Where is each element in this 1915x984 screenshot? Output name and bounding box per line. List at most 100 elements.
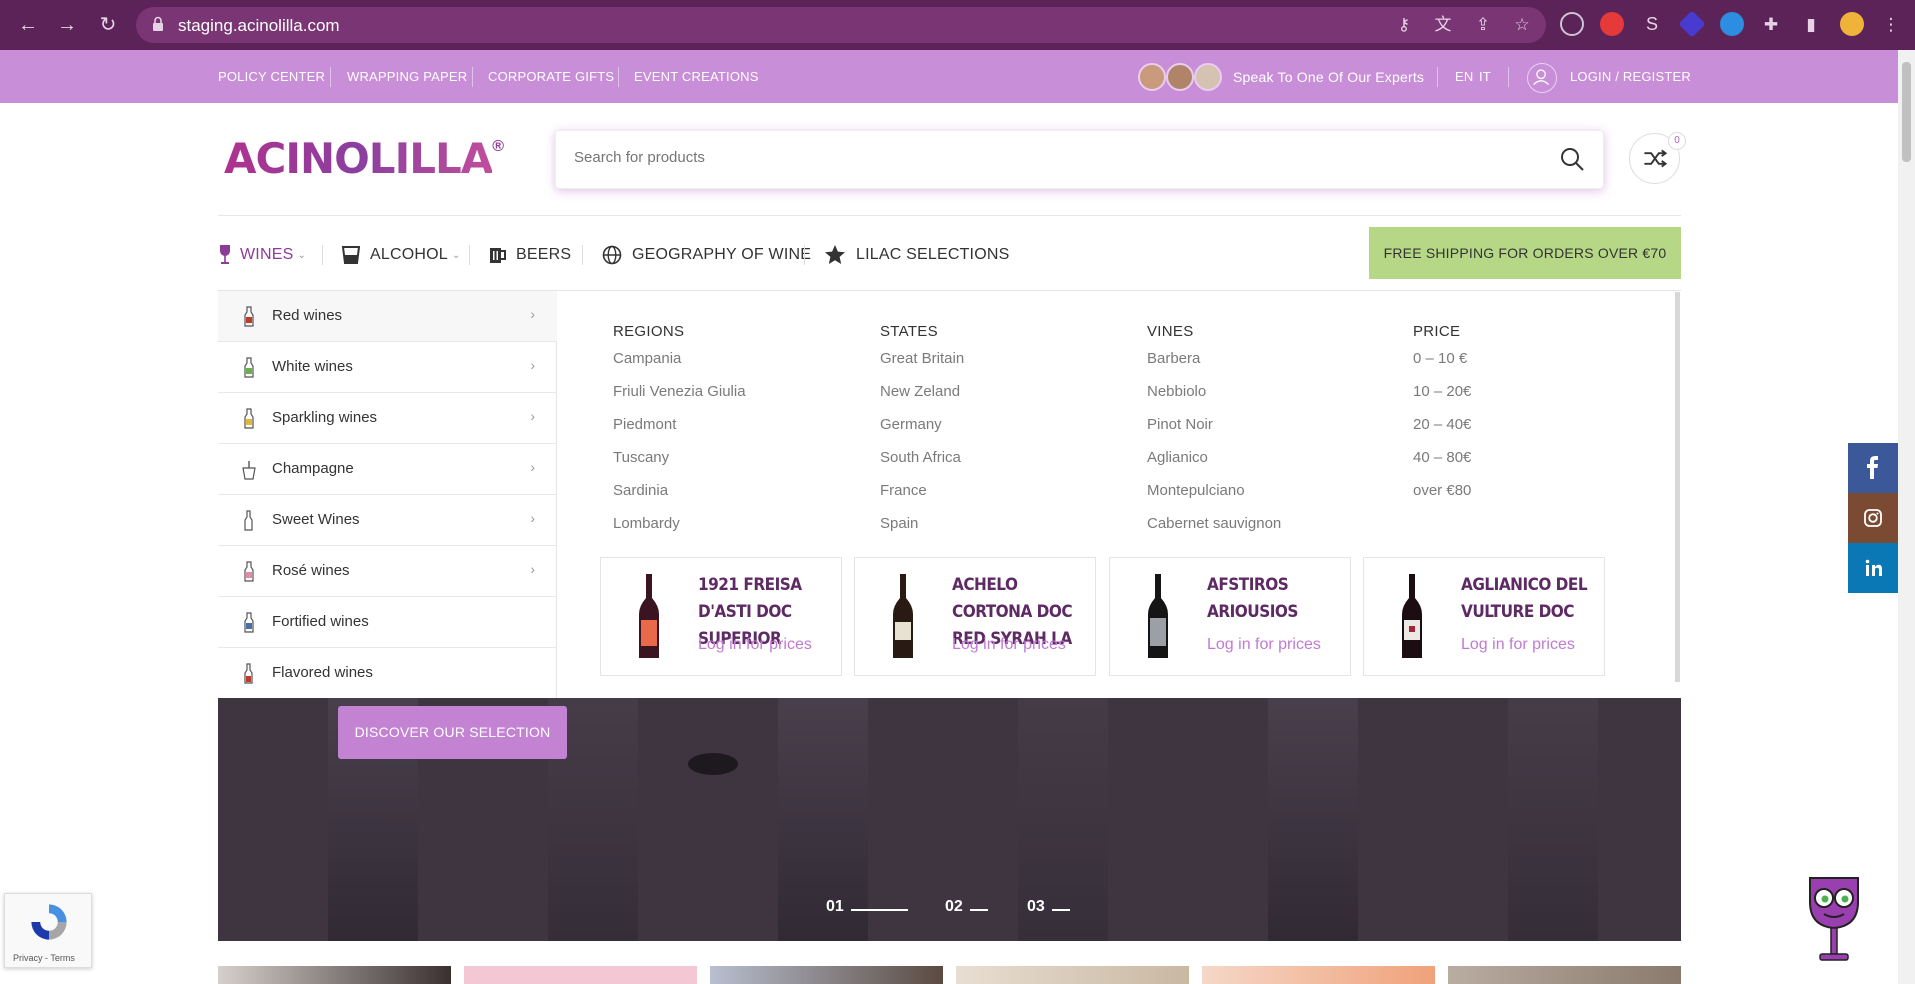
sidepanel-icon[interactable]: ▮ <box>1800 14 1822 36</box>
region-link[interactable]: Piedmont <box>613 416 746 449</box>
thumbnail-image[interactable] <box>956 966 1189 984</box>
slide-indicator-1[interactable]: 01 <box>826 898 844 916</box>
share-icon[interactable]: ⇪ <box>1472 14 1494 36</box>
policy-center-link[interactable]: POLICY CENTER <box>218 69 325 84</box>
page-scrollbar[interactable] <box>1898 50 1915 984</box>
thumbnail-image[interactable] <box>710 966 943 984</box>
bookmark-star-icon[interactable]: ☆ <box>1511 14 1533 36</box>
event-creations-link[interactable]: EVENT CREATIONS <box>634 69 759 84</box>
login-for-prices-link[interactable]: Log in for prices <box>952 636 1066 654</box>
reload-icon[interactable]: ↻ <box>96 13 120 37</box>
shield-extension-icon[interactable] <box>1560 12 1584 36</box>
wrapping-paper-link[interactable]: WRAPPING PAPER <box>347 69 467 84</box>
vine-link[interactable]: Cabernet sauvignon <box>1147 515 1281 548</box>
state-link[interactable]: France <box>880 482 964 515</box>
region-link[interactable]: Friuli Venezia Giulia <box>613 383 746 416</box>
slide-indicator-3[interactable]: 03 <box>1027 898 1045 916</box>
state-link[interactable]: Germany <box>880 416 964 449</box>
price-link[interactable]: 10 – 20€ <box>1413 383 1471 416</box>
instagram-button[interactable] <box>1848 493 1898 543</box>
region-link[interactable]: Campania <box>613 350 746 383</box>
instagram-icon <box>1864 509 1882 527</box>
login-for-prices-link[interactable]: Log in for prices <box>1207 636 1321 654</box>
category-sparkling-wines[interactable]: Sparkling wines › <box>218 393 557 444</box>
experts-link[interactable]: Speak To One Of Our Experts <box>1233 69 1424 85</box>
layers-extension-icon[interactable] <box>1678 10 1706 38</box>
product-card[interactable]: ACHELO CORTONA DOC RED SYRAH LA Log in f… <box>854 557 1096 676</box>
recaptcha-badge[interactable]: Privacy - Terms <box>4 893 92 968</box>
recaptcha-links[interactable]: Privacy - Terms <box>13 953 75 963</box>
user-icon[interactable] <box>1527 63 1557 93</box>
thumbnail-image[interactable] <box>464 966 697 984</box>
category-sweet-wines[interactable]: Sweet Wines › <box>218 495 557 546</box>
compare-button[interactable]: 0 <box>1629 132 1686 184</box>
price-link[interactable]: 0 – 10 € <box>1413 350 1471 383</box>
state-link[interactable]: Great Britain <box>880 350 964 383</box>
puzzle-icon[interactable]: ✚ <box>1760 14 1782 36</box>
back-icon[interactable]: ← <box>16 13 40 37</box>
lang-en[interactable]: EN <box>1455 69 1473 84</box>
region-link[interactable]: Tuscany <box>613 449 746 482</box>
globe-extension-icon[interactable] <box>1720 12 1744 36</box>
vine-link[interactable]: Montepulciano <box>1147 482 1281 515</box>
state-link[interactable]: South Africa <box>880 449 964 482</box>
product-card[interactable]: 1921 FREISA D'ASTI DOC SUPERIOR Log in f… <box>600 557 842 676</box>
mega-menu-scrollbar[interactable] <box>1675 292 1680 682</box>
nav-lilac-selections[interactable]: LILAC SELECTIONS <box>824 243 1009 267</box>
state-link[interactable]: Spain <box>880 515 964 548</box>
key-icon[interactable]: ⚷ <box>1393 14 1415 36</box>
thumbnail-image[interactable] <box>1202 966 1435 984</box>
state-link[interactable]: New Zeland <box>880 383 964 416</box>
vine-link[interactable]: Nebbiolo <box>1147 383 1281 416</box>
vine-link[interactable]: Barbera <box>1147 350 1281 383</box>
thumbnail-image[interactable] <box>1448 966 1681 984</box>
divider <box>1437 67 1438 87</box>
nav-geography[interactable]: GEOGRAPHY OF WINE <box>602 243 811 267</box>
login-register-link[interactable]: LOGIN / REGISTER <box>1570 69 1691 84</box>
sparkling-bottle-icon <box>244 408 254 429</box>
price-link[interactable]: 20 – 40€ <box>1413 416 1471 449</box>
region-link[interactable]: Lombardy <box>613 515 746 548</box>
search-icon[interactable] <box>1559 146 1585 172</box>
translate-icon[interactable]: 文 <box>1432 14 1454 36</box>
linkedin-button[interactable] <box>1848 543 1898 593</box>
thumbnail-image[interactable] <box>218 966 451 984</box>
category-label: White wines <box>272 358 353 375</box>
facebook-button[interactable] <box>1848 443 1898 493</box>
address-bar[interactable]: staging.acinolilla.com <box>136 7 1546 43</box>
login-for-prices-link[interactable]: Log in for prices <box>698 636 812 654</box>
category-fortified-wines[interactable]: Fortified wines <box>218 597 557 648</box>
stop-extension-icon[interactable] <box>1600 12 1624 36</box>
corporate-gifts-link[interactable]: CORPORATE GIFTS <box>488 69 614 84</box>
regions-column: REGIONS Campania Friuli Venezia Giulia P… <box>613 323 746 548</box>
login-for-prices-link[interactable]: Log in for prices <box>1461 636 1575 654</box>
slide-indicator-2[interactable]: 02 <box>945 898 963 916</box>
product-name[interactable]: AGLIANICO DEL VULTURE DOC <box>1461 572 1601 626</box>
discover-selection-button[interactable]: DISCOVER OUR SELECTION <box>338 706 567 759</box>
search-input[interactable] <box>574 149 1474 166</box>
product-name[interactable]: AFSTIROS ARIOUSIOS <box>1207 572 1347 626</box>
price-link[interactable]: 40 – 80€ <box>1413 449 1471 482</box>
menu-icon[interactable]: ⋮ <box>1880 14 1902 36</box>
nav-wines[interactable]: WINES ⌄ <box>218 243 306 267</box>
lang-it[interactable]: IT <box>1479 69 1491 84</box>
category-flavored-wines[interactable]: Flavored wines <box>218 648 557 699</box>
product-card[interactable]: AGLIANICO DEL VULTURE DOC Log in for pri… <box>1363 557 1605 676</box>
region-link[interactable]: Sardinia <box>613 482 746 515</box>
category-red-wines[interactable]: Red wines › <box>218 291 557 342</box>
category-rose-wines[interactable]: Rosé wines › <box>218 546 557 597</box>
price-link[interactable]: over €80 <box>1413 482 1471 515</box>
s-extension-icon[interactable]: S <box>1640 12 1664 36</box>
category-white-wines[interactable]: White wines › <box>218 342 557 393</box>
scrollbar-thumb[interactable] <box>1902 62 1911 162</box>
vine-link[interactable]: Aglianico <box>1147 449 1281 482</box>
site-logo[interactable]: ACINOLILLA® <box>224 134 504 184</box>
nav-alcohol[interactable]: ALCOHOL ⌄ <box>342 243 460 267</box>
vine-link[interactable]: Pinot Noir <box>1147 416 1281 449</box>
nav-beers[interactable]: BEERS <box>489 243 571 267</box>
profile-avatar[interactable] <box>1840 12 1864 36</box>
category-champagne[interactable]: Champagne › <box>218 444 557 495</box>
forward-icon[interactable]: → <box>55 13 79 37</box>
mascot-chat-icon[interactable] <box>1804 872 1864 964</box>
product-card[interactable]: AFSTIROS ARIOUSIOS Log in for prices <box>1109 557 1351 676</box>
